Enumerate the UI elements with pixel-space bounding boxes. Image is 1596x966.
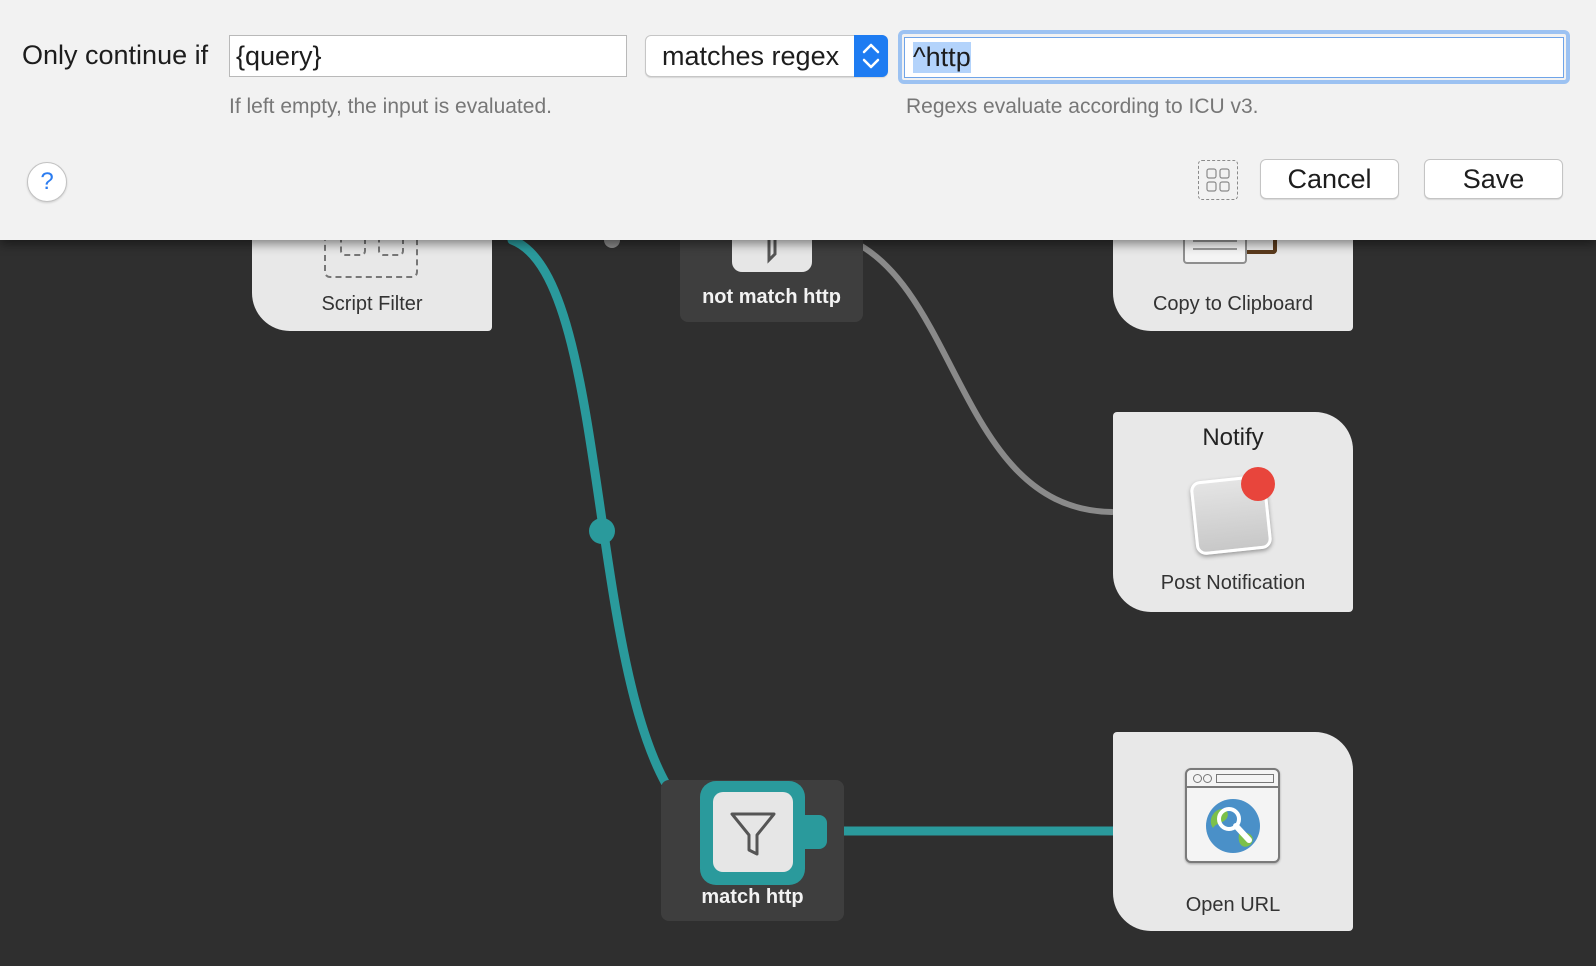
node-open-url[interactable]: Open URL — [1113, 732, 1353, 931]
node-label: Copy to Clipboard — [1152, 293, 1314, 315]
globe-search-icon — [1206, 799, 1260, 853]
filter-funnel-icon — [730, 812, 776, 856]
node-label: Open URL — [1185, 894, 1281, 916]
output-connector[interactable] — [801, 815, 827, 849]
node-match-http[interactable]: match http — [661, 780, 844, 921]
condition-label: Only continue if — [22, 40, 209, 70]
operator-select[interactable]: matches regex — [645, 35, 888, 77]
input-field[interactable] — [229, 35, 627, 77]
wire-junction-dot[interactable] — [589, 518, 615, 544]
grid-layout-icon[interactable] — [1198, 160, 1238, 200]
input-hint: If left empty, the input is evaluated. — [229, 95, 552, 118]
wire-not-match-to-notify[interactable] — [847, 237, 1115, 515]
help-button[interactable]: ? — [27, 162, 67, 202]
node-label: match http — [701, 886, 804, 908]
node-title: Notify — [1202, 424, 1264, 451]
notification-badge-icon — [1241, 467, 1275, 501]
conditional-settings-sheet: Only continue if If left empty, the inpu… — [0, 0, 1596, 240]
save-button[interactable]: Save — [1424, 159, 1563, 199]
operator-value: matches regex — [662, 41, 840, 71]
chevron-updown-icon[interactable] — [854, 35, 888, 77]
node-label: not match http — [702, 286, 841, 308]
browser-window-icon — [1185, 768, 1280, 863]
node-label: Post Notification — [1160, 572, 1306, 594]
regex-hint: Regexs evaluate according to ICU v3. — [906, 95, 1259, 118]
node-label: Script Filter — [321, 293, 423, 315]
node-post-notification[interactable]: Notify Post Notification — [1113, 412, 1353, 612]
cancel-button[interactable]: Cancel — [1260, 159, 1399, 199]
filter-tile — [713, 792, 793, 872]
regex-field[interactable] — [904, 37, 1564, 78]
